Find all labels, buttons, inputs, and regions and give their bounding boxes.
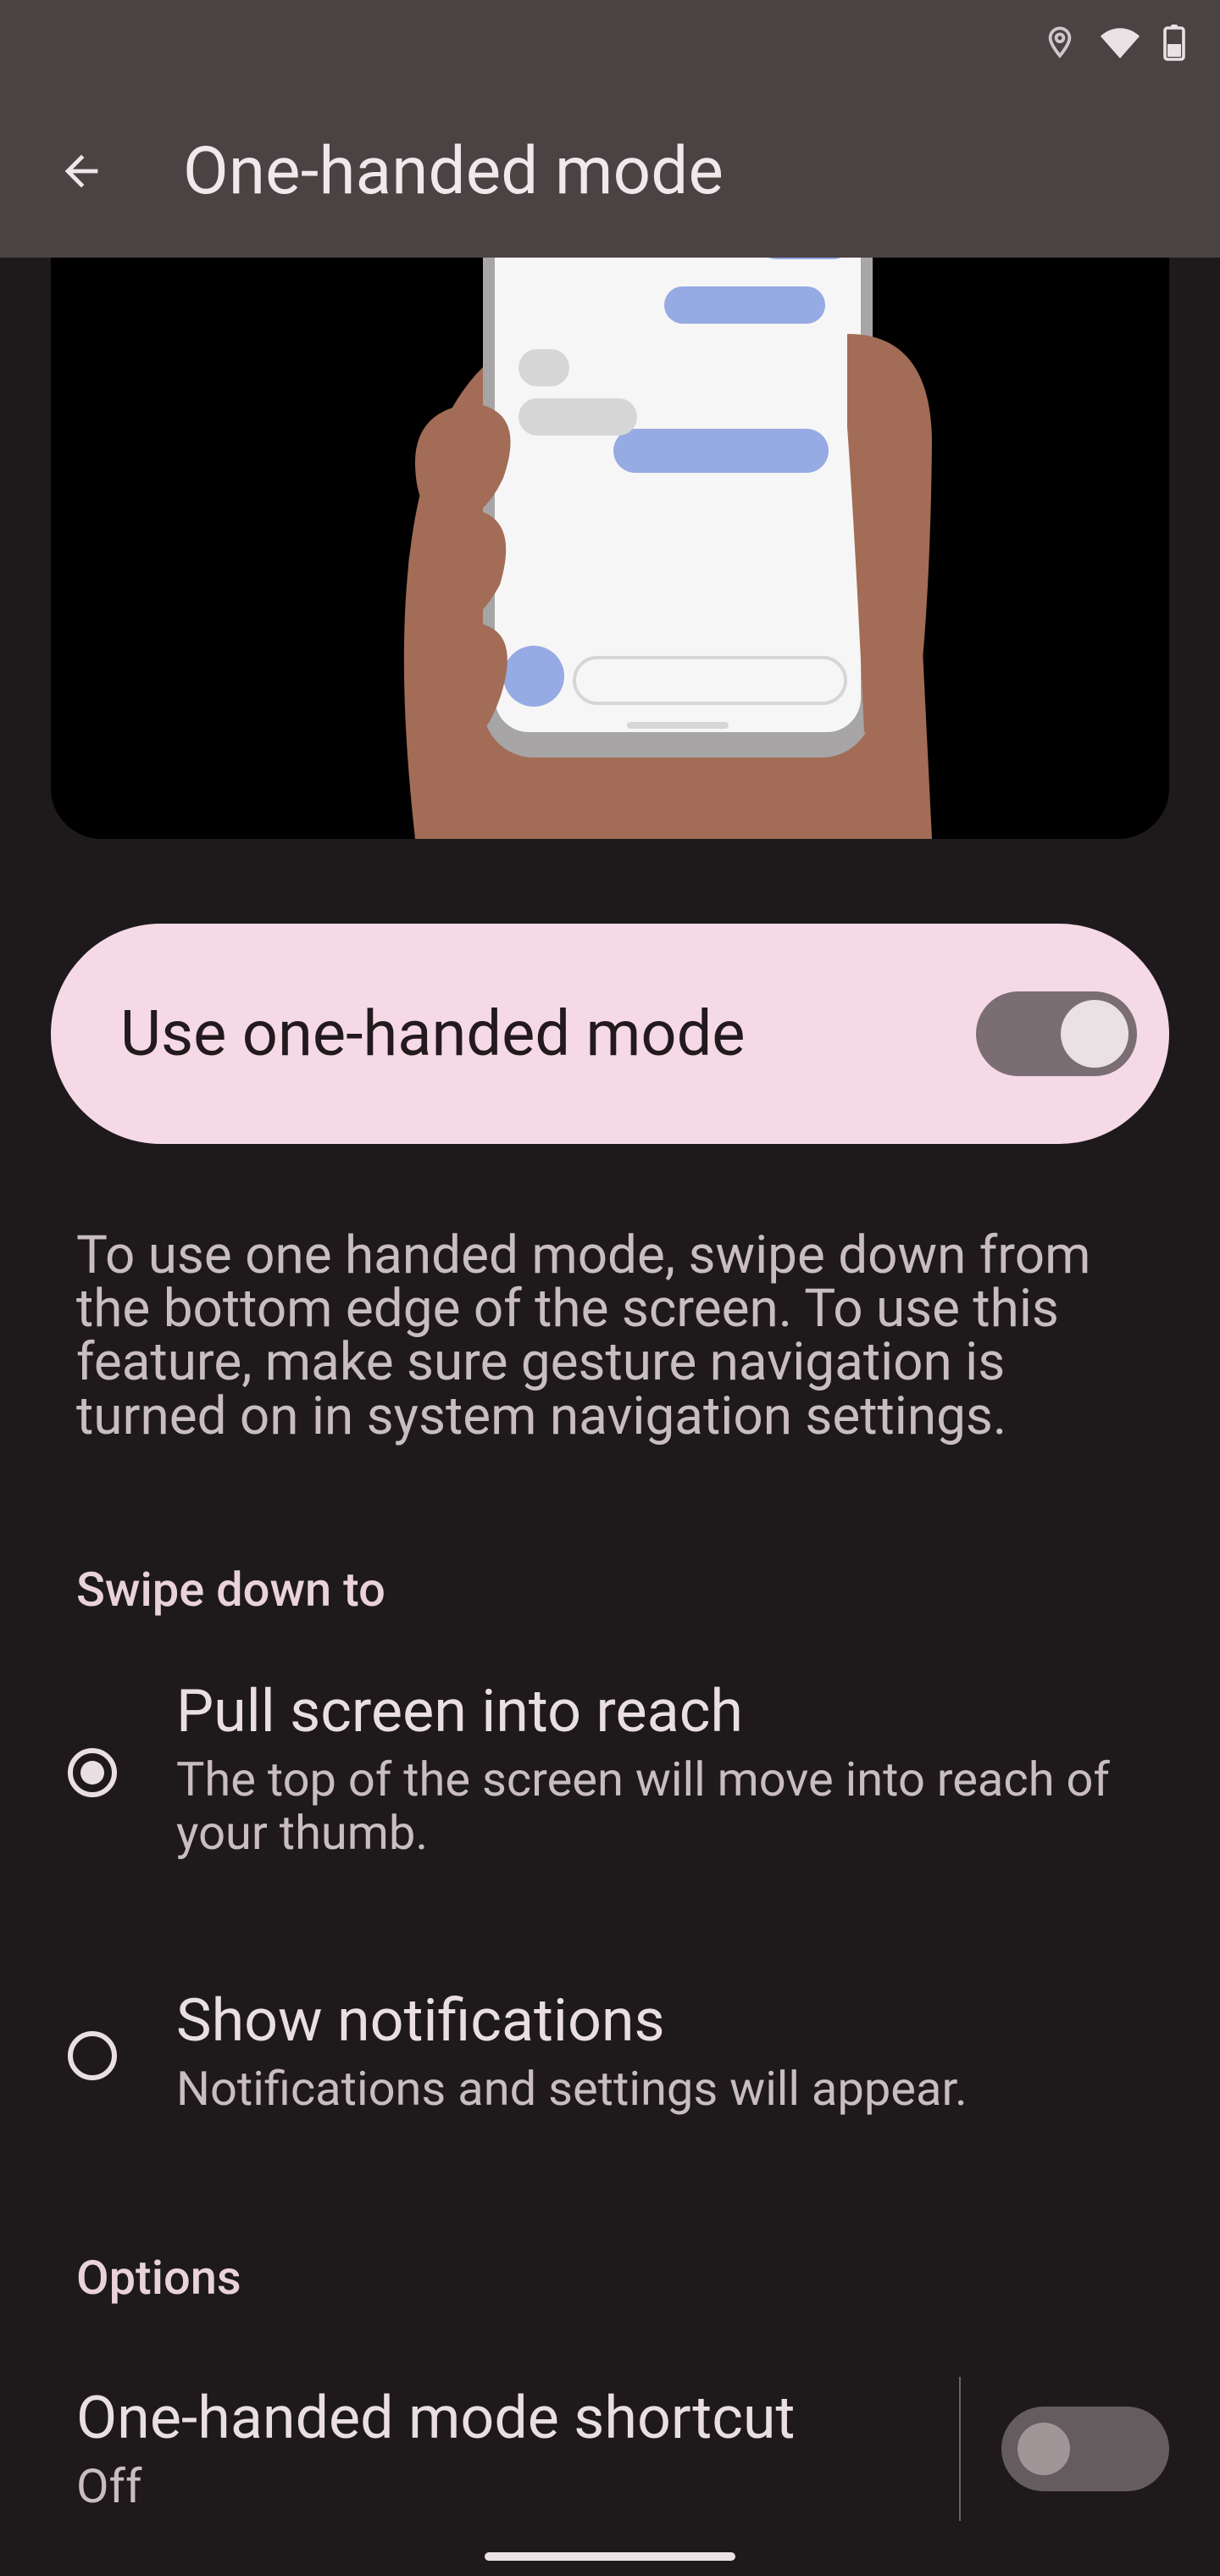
use-one-handed-mode-switch[interactable] — [976, 991, 1137, 1076]
radio-selected-icon — [68, 1748, 117, 1797]
swipe-option-subtitle: The top of the screen will move into rea… — [176, 1753, 1144, 1859]
use-one-handed-mode-toggle[interactable]: Use one-handed mode — [51, 924, 1169, 1144]
one-handed-shortcut-switch[interactable] — [1001, 2407, 1169, 2491]
one-handed-shortcut-value: Off — [76, 2458, 795, 2514]
location-icon — [1042, 25, 1078, 60]
one-handed-shortcut-title: One-handed mode shortcut — [76, 2384, 795, 2453]
wifi-icon — [1098, 25, 1142, 60]
use-one-handed-mode-label: Use one-handed mode — [120, 997, 746, 1071]
swipe-option-show-notifications[interactable]: Show notifications Notifications and set… — [51, 1927, 1169, 2148]
header: One-handed mode — [0, 85, 1220, 258]
arrow-left-icon — [57, 147, 106, 196]
swipe-option-pull-screen[interactable]: Pull screen into reach The top of the sc… — [51, 1618, 1169, 1891]
swipe-option-title: Pull screen into reach — [176, 1677, 1144, 1746]
page-title: One-handed mode — [183, 133, 724, 210]
battery-icon — [1162, 24, 1186, 61]
hero-illustration — [51, 258, 1169, 839]
options-section-title: Options — [76, 2250, 1169, 2306]
description-text: To use one handed mode, swipe down from … — [76, 1229, 1144, 1443]
swipe-option-title: Show notifications — [176, 1986, 968, 2056]
radio-unselected-icon — [68, 2031, 117, 2080]
one-handed-shortcut-row[interactable]: One-handed mode shortcut Off — [51, 2343, 1169, 2555]
back-button[interactable] — [47, 137, 115, 205]
swipe-option-subtitle: Notifications and settings will appear. — [176, 2062, 968, 2116]
status-bar — [0, 0, 1220, 85]
swipe-down-section-title: Swipe down to — [76, 1562, 1169, 1618]
gesture-nav-bar[interactable] — [485, 2552, 735, 2561]
